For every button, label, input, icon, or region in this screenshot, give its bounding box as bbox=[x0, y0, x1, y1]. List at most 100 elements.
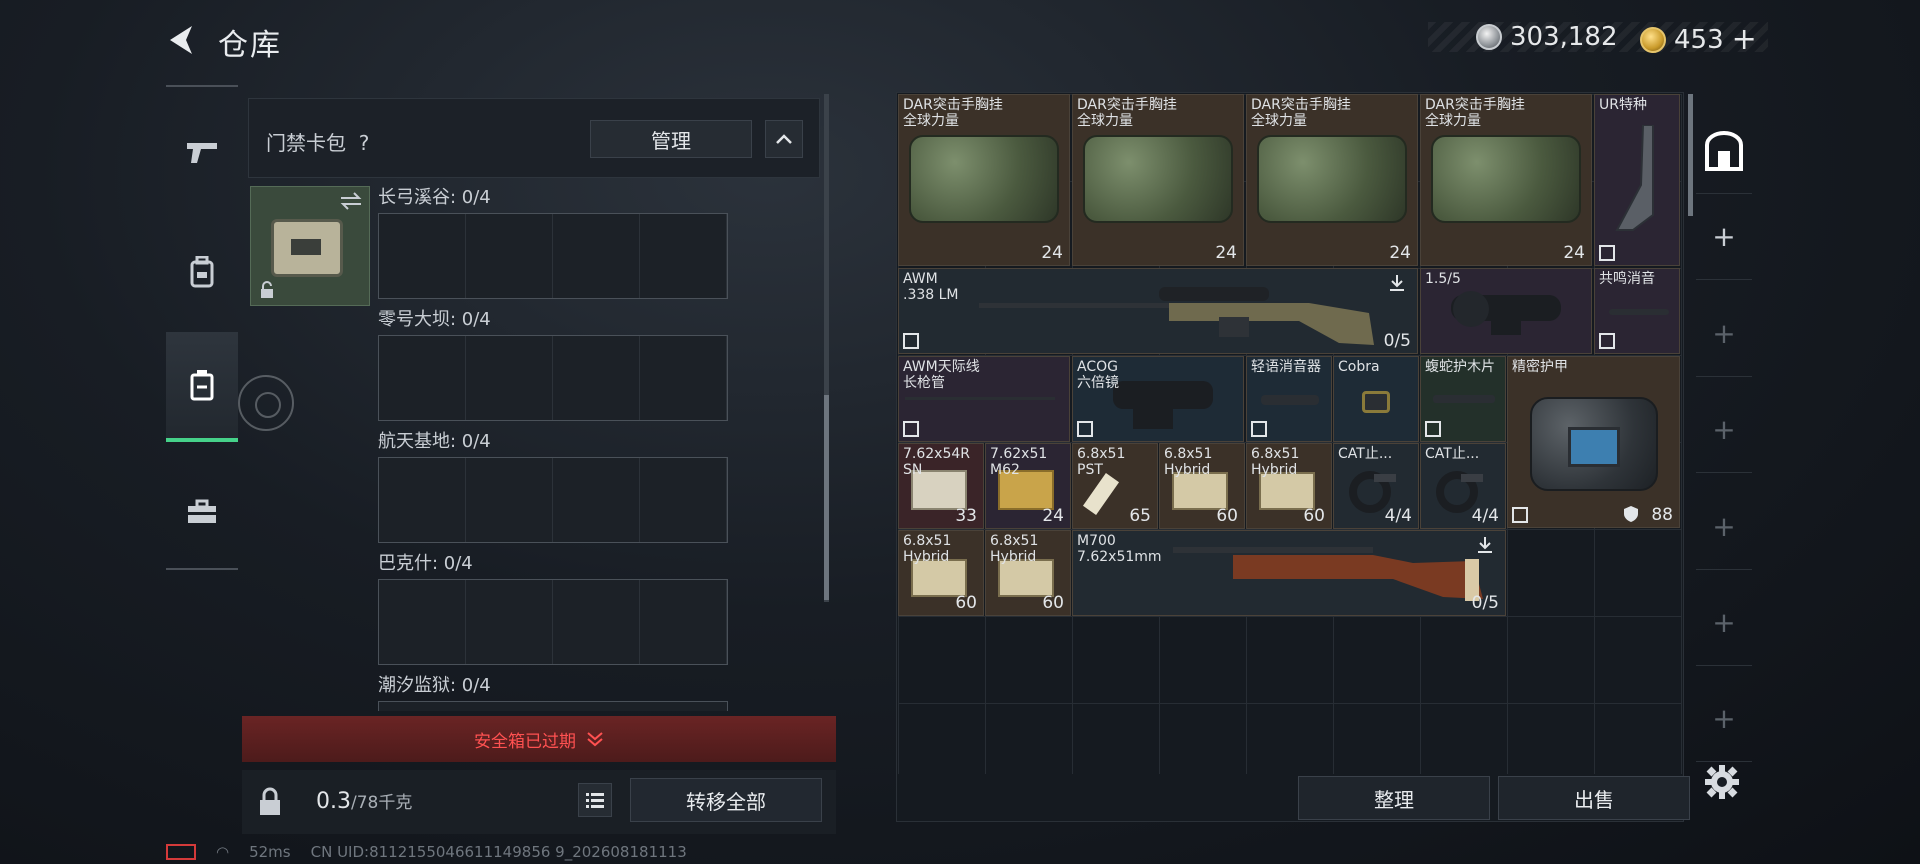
gold-currency[interactable]: 453 + bbox=[1640, 22, 1757, 57]
case-tab[interactable] bbox=[166, 332, 238, 442]
keycard-bag-slot[interactable] bbox=[250, 186, 370, 306]
add-container-button[interactable]: + bbox=[1696, 676, 1752, 762]
item-name: M700 7.62x51mm bbox=[1077, 533, 1162, 565]
category-nav bbox=[166, 85, 238, 570]
settings-button[interactable] bbox=[1704, 764, 1744, 804]
inventory-item[interactable]: 7.62x51 M62 24 bbox=[985, 443, 1071, 529]
inventory-item[interactable]: DAR突击手胸挂 全球力量 24 bbox=[898, 94, 1070, 266]
zone-slots[interactable] bbox=[378, 213, 728, 299]
inventory-item[interactable]: AWM天际线 长枪管 bbox=[898, 356, 1070, 442]
add-container-button[interactable]: + bbox=[1696, 484, 1752, 570]
inventory-item[interactable]: DAR突击手胸挂 全球力量 24 bbox=[1246, 94, 1418, 266]
sort-button[interactable]: 整理 bbox=[1298, 776, 1490, 820]
no-mod-badge-icon bbox=[1251, 421, 1267, 437]
item-name: 精密护甲 bbox=[1512, 359, 1568, 375]
add-container-button[interactable]: + bbox=[1696, 580, 1752, 666]
keycard-title: 门禁卡包 ? bbox=[266, 131, 370, 155]
inventory-item[interactable]: 共鸣消音 bbox=[1594, 268, 1680, 354]
zone-list: 长弓溪谷: 0/4 零号大坝: 0/4 航天基地: 0/4 巴克什: 0/4 潮… bbox=[378, 183, 728, 711]
inventory-item[interactable]: 6.8x51 Hybrid 60 bbox=[1246, 443, 1332, 529]
inventory-item[interactable]: 精密护甲 88 bbox=[1507, 356, 1680, 528]
zone-label: 潮汐监狱: 0/4 bbox=[378, 675, 491, 696]
item-name: 轻语消音器 bbox=[1251, 359, 1321, 375]
inventory-item[interactable]: AWM .338 LM 0/5 bbox=[898, 268, 1418, 354]
add-container-button[interactable]: + bbox=[1696, 291, 1752, 377]
zone-block: 巴克什: 0/4 bbox=[378, 549, 728, 671]
double-chevron-down-icon bbox=[587, 732, 603, 747]
item-name: CAT止... bbox=[1425, 446, 1480, 462]
item-count: 60 bbox=[1216, 506, 1238, 526]
chevron-up-icon bbox=[776, 134, 792, 144]
item-name: 6.8x51 Hybrid bbox=[1251, 446, 1300, 478]
stock-image bbox=[1615, 125, 1654, 231]
lock-button[interactable] bbox=[242, 776, 298, 828]
zone-slots[interactable] bbox=[378, 457, 728, 543]
backpack-tab[interactable] bbox=[166, 217, 238, 327]
list-view-button[interactable] bbox=[578, 783, 612, 817]
inventory-item[interactable]: 6.8x51 PST 65 bbox=[1072, 443, 1158, 529]
chest-rig-image bbox=[1083, 135, 1233, 223]
add-gold-button[interactable]: + bbox=[1732, 22, 1757, 57]
silver-amount: 303,182 bbox=[1510, 22, 1618, 52]
chest-rig-image bbox=[1431, 135, 1581, 223]
transfer-all-button[interactable]: 转移全部 bbox=[630, 778, 822, 822]
acog-scope-image bbox=[1113, 381, 1213, 429]
download-icon bbox=[1390, 275, 1404, 291]
item-name: AWM .338 LM bbox=[903, 271, 959, 303]
no-mod-badge-icon bbox=[1425, 421, 1441, 437]
zone-slots[interactable] bbox=[378, 335, 728, 421]
item-count: 0/5 bbox=[1471, 593, 1499, 613]
no-mod-badge-icon bbox=[903, 333, 919, 349]
inventory-item[interactable]: 6.8x51 Hybrid 60 bbox=[898, 530, 984, 616]
zone-slots[interactable] bbox=[378, 579, 728, 665]
sell-button[interactable]: 出售 bbox=[1498, 776, 1690, 820]
inventory-scrollbar[interactable] bbox=[1688, 94, 1693, 216]
inventory-item[interactable]: CAT止... 4/4 bbox=[1333, 443, 1419, 529]
manage-button[interactable]: 管理 bbox=[590, 120, 752, 158]
add-container-button[interactable]: + bbox=[1696, 194, 1752, 280]
no-mod-badge-icon bbox=[1599, 245, 1615, 261]
zone-block: 零号大坝: 0/4 bbox=[378, 305, 728, 427]
gold-coin-icon bbox=[1640, 26, 1666, 53]
inventory-item[interactable]: M700 7.62x51mm 0/5 bbox=[1072, 530, 1506, 616]
battery-icon bbox=[166, 844, 196, 860]
inventory-item[interactable]: 轻语消音器 bbox=[1246, 356, 1332, 442]
inventory-item[interactable]: ACOG 六倍镜 bbox=[1072, 356, 1244, 442]
padlock-icon bbox=[260, 787, 280, 815]
gun-icon bbox=[187, 143, 217, 163]
collapse-button[interactable] bbox=[765, 120, 803, 158]
inventory-item[interactable]: CAT止... 4/4 bbox=[1420, 443, 1506, 529]
bolt-action-rifle-image bbox=[1173, 547, 1483, 601]
item-count: 4/4 bbox=[1471, 506, 1499, 526]
item-name: DAR突击手胸挂 全球力量 bbox=[1425, 97, 1525, 129]
item-count: 24 bbox=[1042, 506, 1064, 526]
inventory-item[interactable]: 6.8x51 Hybrid 60 bbox=[1159, 443, 1245, 529]
inventory-item[interactable]: 7.62x54R SN 33 bbox=[898, 443, 984, 529]
inventory-item[interactable]: Cobra bbox=[1333, 356, 1419, 442]
toolbox-tab[interactable] bbox=[166, 457, 238, 567]
item-name: DAR突击手胸挂 全球力量 bbox=[903, 97, 1003, 129]
keycard-scroll-thumb[interactable] bbox=[824, 395, 829, 600]
zone-block: 长弓溪谷: 0/4 bbox=[378, 183, 728, 305]
inventory-item[interactable]: UR特种 bbox=[1594, 94, 1680, 266]
item-name: DAR突击手胸挂 全球力量 bbox=[1251, 97, 1351, 129]
inventory-item[interactable]: 6.8x51 Hybrid 60 bbox=[985, 530, 1071, 616]
weapon-tab[interactable] bbox=[166, 97, 238, 207]
item-name: 共鸣消音 bbox=[1599, 271, 1655, 287]
silver-coin-icon bbox=[1476, 24, 1502, 50]
inventory-item[interactable]: DAR突击手胸挂 全球力量 24 bbox=[1072, 94, 1244, 266]
help-icon[interactable]: ? bbox=[359, 131, 370, 155]
add-container-button[interactable]: + bbox=[1696, 387, 1752, 473]
container-tab-active[interactable] bbox=[1696, 108, 1752, 194]
item-name: 6.8x51 Hybrid bbox=[903, 533, 952, 565]
inventory-item[interactable]: 蝮蛇护木片 bbox=[1420, 356, 1506, 442]
item-name: 7.62x51 M62 bbox=[990, 446, 1048, 478]
back-button[interactable] bbox=[162, 20, 202, 60]
item-count: 65 bbox=[1129, 506, 1151, 526]
inventory-item[interactable]: 1.5/5 bbox=[1420, 268, 1592, 354]
item-count: 24 bbox=[1563, 243, 1585, 263]
safebox-expired-banner[interactable]: 安全箱已过期 bbox=[242, 716, 836, 762]
uid-text: CN UID:8112155046611149856 9_20260818111… bbox=[310, 843, 687, 861]
inventory-item[interactable]: DAR突击手胸挂 全球力量 24 bbox=[1420, 94, 1592, 266]
zone-slots[interactable] bbox=[378, 701, 728, 711]
